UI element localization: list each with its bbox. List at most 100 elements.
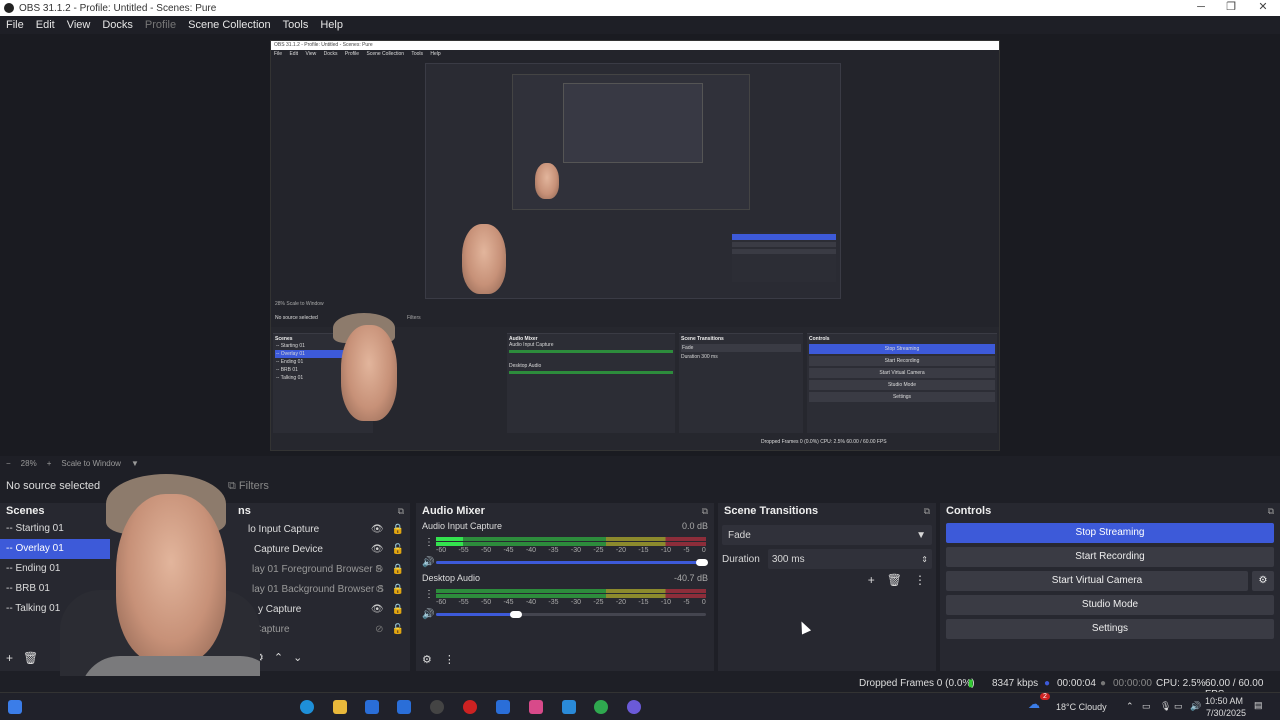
eye-hidden-icon[interactable]: ⊘ xyxy=(375,624,383,635)
menu-edit[interactable]: Edit xyxy=(36,19,55,31)
mixer-settings-icon[interactable]: ⚙ xyxy=(422,653,432,666)
start-recording-button[interactable]: Start Recording xyxy=(946,547,1274,567)
restore-icon[interactable]: ❐ xyxy=(1216,0,1246,16)
zoom-in-button[interactable]: + xyxy=(47,459,52,468)
menu-dots-icon[interactable]: ⋮ xyxy=(424,589,434,600)
app-icon[interactable] xyxy=(627,700,641,714)
weather-icon[interactable]: ☁ xyxy=(1028,697,1040,711)
app-icon[interactable] xyxy=(529,700,543,714)
nested-window-title: OBS 31.1.2 - Profile: Untitled - Scenes:… xyxy=(271,41,999,50)
undock-icon[interactable]: ⧉ xyxy=(1268,506,1274,517)
windows-start-icon[interactable] xyxy=(8,700,22,714)
cpu-usage: CPU: 2.5% xyxy=(1156,678,1206,689)
volume-icon[interactable]: 🔊 xyxy=(1190,701,1201,712)
app-icon[interactable] xyxy=(397,700,411,714)
tray-chevron-icon[interactable]: ⌃ xyxy=(1126,701,1134,712)
audio-mixer-dock: Audio Mixer ⧉ Audio Input Capture 0.0 dB … xyxy=(416,503,714,671)
lock-icon[interactable]: 🔓 xyxy=(392,544,404,555)
stop-streaming-button[interactable]: Stop Streaming xyxy=(946,523,1274,543)
menu-view[interactable]: View xyxy=(67,19,91,31)
undock-icon[interactable]: ⧉ xyxy=(398,506,404,517)
eye-hidden-icon[interactable]: ⊘ xyxy=(375,584,383,595)
stepper-icon[interactable]: ⇕ xyxy=(921,555,928,564)
file-explorer-icon[interactable] xyxy=(333,700,347,714)
lock-icon[interactable]: 🔒 xyxy=(392,564,404,575)
channel-db: -40.7 dB xyxy=(673,573,708,583)
microphone-icon[interactable]: 🎙 xyxy=(1160,701,1171,712)
move-down-icon[interactable]: ⌄ xyxy=(293,651,302,664)
eye-icon[interactable]: 👁 xyxy=(371,544,384,555)
undock-icon[interactable]: ⧉ xyxy=(924,506,930,517)
add-scene-icon[interactable]: + xyxy=(6,651,13,665)
stream-time: 00:00:04 xyxy=(1057,678,1096,689)
eye-hidden-icon[interactable]: ⊘ xyxy=(375,564,383,575)
outlook-icon[interactable] xyxy=(365,700,379,714)
window-title: OBS 31.1.2 - Profile: Untitled - Scenes:… xyxy=(19,2,217,14)
speaker-icon[interactable]: 🔊 xyxy=(422,609,434,620)
volume-slider-knob[interactable] xyxy=(696,559,708,566)
virtual-camera-gear-icon[interactable]: ⚙ xyxy=(1252,571,1274,591)
close-icon[interactable]: ✕ xyxy=(1248,0,1278,16)
undock-icon[interactable]: ⧉ xyxy=(702,506,708,517)
app-icon[interactable] xyxy=(496,700,510,714)
zoom-out-button[interactable]: − xyxy=(6,459,11,468)
duration-row: Duration 300 ms ⇕ xyxy=(722,549,932,569)
speaker-icon[interactable]: 🔊 xyxy=(422,557,434,568)
weather-text[interactable]: 18°C Cloudy xyxy=(1056,702,1107,712)
lock-icon[interactable]: 🔒 xyxy=(392,604,404,615)
move-up-icon[interactable]: ⌃ xyxy=(274,651,283,664)
nested-menu-item: Tools xyxy=(411,51,424,57)
nested-filters: Filters xyxy=(407,315,421,321)
studio-mode-button[interactable]: Studio Mode xyxy=(946,595,1274,615)
volume-slider-knob[interactable] xyxy=(510,611,522,618)
channel-db: 0.0 dB xyxy=(681,521,708,531)
lock-icon[interactable]: 🔒 xyxy=(392,584,404,595)
chrome-icon[interactable] xyxy=(594,700,608,714)
nested-status: Dropped Frames 0 (0.0%) CPU: 2.5% 60.00 … xyxy=(761,439,887,445)
nested-menu: File Edit View Docks Profile Scene Colle… xyxy=(271,50,999,58)
eye-icon[interactable]: 👁 xyxy=(371,524,384,535)
network-icon[interactable]: ▭ xyxy=(1174,701,1183,712)
menu-help[interactable]: Help xyxy=(320,19,343,31)
menu-scene-collection[interactable]: Scene Collection xyxy=(188,19,271,31)
duration-input[interactable]: 300 ms ⇕ xyxy=(767,549,932,569)
clock-time[interactable]: 10:50 AM xyxy=(1205,696,1243,706)
scene-transitions-dock: Scene Transitions ⧉ Fade ▼ Duration 300 … xyxy=(718,503,936,671)
minimize-icon[interactable]: ─ xyxy=(1186,0,1216,16)
menu-dots-icon[interactable]: ⋮ xyxy=(444,653,455,666)
lock-icon[interactable]: 🔓 xyxy=(392,624,404,635)
transition-value: Fade xyxy=(728,529,751,541)
mixer-channel: Desktop Audio -40.7 dB ⋮ -60 -55 -50 -45 -40-… xyxy=(416,571,714,623)
preview-canvas[interactable]: OBS 31.1.2 - Profile: Untitled - Scenes:… xyxy=(270,40,1000,451)
nested-mixer: Audio Mixer Audio Input Capture Desktop … xyxy=(507,333,675,433)
chevron-down-icon[interactable]: ▼ xyxy=(131,459,139,468)
obs-icon[interactable] xyxy=(430,700,444,714)
chevron-down-icon: ▼ xyxy=(916,529,926,541)
settings-button[interactable]: Settings xyxy=(946,619,1274,639)
clock-date[interactable]: 7/30/2025 xyxy=(1206,708,1246,718)
recorder-icon[interactable] xyxy=(463,700,477,714)
notification-icon[interactable]: ▤ xyxy=(1254,700,1263,711)
scale-mode-select[interactable]: Scale to Window xyxy=(61,459,121,468)
scene-transitions-title: Scene Transitions xyxy=(724,505,819,517)
nested-controls xyxy=(732,232,836,282)
eye-icon[interactable]: 👁 xyxy=(371,604,384,615)
transition-select[interactable]: Fade ▼ xyxy=(722,525,932,545)
menu-docks[interactable]: Docks xyxy=(102,19,133,31)
app-icon[interactable] xyxy=(562,700,576,714)
lock-icon[interactable]: 🔒 xyxy=(392,524,404,535)
taskbar: ☁ 2 18°C Cloudy ⌃ ▭ 🎙 ▭ 🔊 10:50 AM 7/30/… xyxy=(0,692,1280,720)
menu-dots-icon[interactable]: ⋮ xyxy=(424,537,434,548)
start-virtual-camera-button[interactable]: Start Virtual Camera xyxy=(946,571,1248,591)
trash-icon[interactable]: 🗑 xyxy=(887,573,902,587)
edge-icon[interactable] xyxy=(300,700,314,714)
menu-tools[interactable]: Tools xyxy=(283,19,309,31)
tray-app-icon[interactable]: ▭ xyxy=(1142,701,1151,712)
dropped-frames: Dropped Frames 0 (0.0%) xyxy=(859,678,975,689)
channel-name: Audio Input Capture xyxy=(422,521,503,531)
menu-file[interactable]: File xyxy=(6,19,24,31)
add-transition-icon[interactable]: + xyxy=(868,573,875,587)
meter-ticks: -60 -55 -50 -45 -40 -35 -30 -25 -20 -15 -10 -5 0 xyxy=(436,599,706,606)
menu-profile[interactable]: Profile xyxy=(145,19,176,31)
menu-dots-icon[interactable]: ⋮ xyxy=(914,573,926,587)
